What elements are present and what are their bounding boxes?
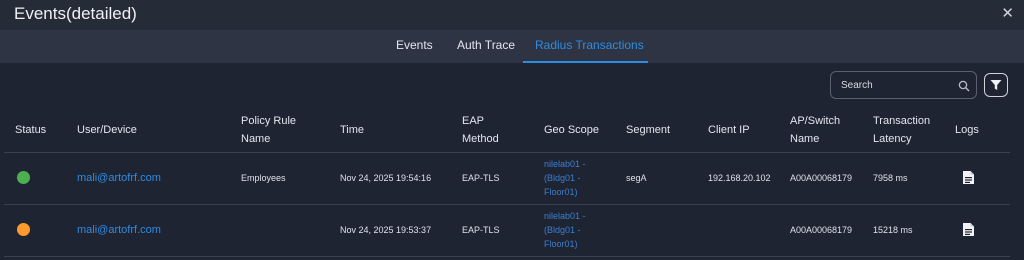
search-icon bbox=[958, 79, 970, 97]
header-divider bbox=[4, 152, 1010, 153]
header-time: Time bbox=[340, 124, 365, 136]
search-input[interactable]: Search bbox=[830, 71, 977, 99]
header-segment: Segment bbox=[626, 124, 671, 136]
eap-method: EAP-TLS bbox=[462, 225, 500, 235]
filter-icon bbox=[990, 80, 1002, 90]
status-dot bbox=[17, 171, 30, 184]
geo-scope-line3[interactable]: Floor01) bbox=[544, 185, 578, 199]
user-device-link[interactable]: mali@artofrf.com bbox=[77, 172, 161, 184]
window-title: Events(detailed) bbox=[14, 4, 137, 23]
header-eap-line1: EAP bbox=[462, 115, 485, 127]
ap-switch-name: A00A00068179 bbox=[790, 225, 853, 235]
tab-auth-trace[interactable]: Auth Trace bbox=[457, 38, 515, 52]
geo-scope-line2[interactable]: (Bldg01 - bbox=[544, 171, 581, 185]
transaction-latency: 15218 ms bbox=[873, 225, 913, 235]
status-dot bbox=[17, 223, 30, 236]
ap-switch-name: A00A00068179 bbox=[790, 173, 853, 183]
row-divider bbox=[4, 204, 1010, 205]
policy-rule-name: Employees bbox=[241, 173, 286, 183]
time: Nov 24, 2025 19:53:37 bbox=[340, 225, 432, 235]
header-logs: Logs bbox=[955, 124, 979, 136]
header-latency-line1: Transaction bbox=[873, 115, 931, 127]
active-tab-indicator bbox=[523, 61, 648, 63]
tab-events[interactable]: Events bbox=[396, 38, 433, 52]
filter-button[interactable] bbox=[984, 73, 1008, 97]
header-user-device: User/Device bbox=[77, 124, 137, 136]
geo-scope-line1[interactable]: nilelab01 - bbox=[544, 209, 586, 223]
header-geo-scope: Geo Scope bbox=[544, 124, 600, 136]
tab-radius-transactions[interactable]: Radius Transactions bbox=[535, 38, 644, 52]
header-status: Status bbox=[15, 124, 47, 136]
header-eap-line2: Method bbox=[462, 133, 499, 145]
geo-scope-line1[interactable]: nilelab01 - bbox=[544, 157, 586, 171]
header-latency-line2: Latency bbox=[873, 133, 912, 145]
user-device-link[interactable]: mali@artofrf.com bbox=[77, 224, 161, 236]
header-ap-switch-line1: AP/Switch bbox=[790, 115, 841, 127]
document-icon[interactable] bbox=[962, 170, 975, 190]
header-policy-rule-line2: Name bbox=[241, 133, 271, 145]
geo-scope-line2[interactable]: (Bldg01 - bbox=[544, 223, 581, 237]
geo-scope-line3[interactable]: Floor01) bbox=[544, 237, 578, 251]
document-icon[interactable] bbox=[962, 222, 975, 242]
header-ap-switch-line2: Name bbox=[790, 133, 820, 145]
close-icon[interactable]: ✕ bbox=[1001, 4, 1014, 22]
search-placeholder: Search bbox=[841, 80, 873, 91]
header-policy-rule-line1: Policy Rule bbox=[241, 115, 297, 127]
row-divider bbox=[4, 256, 1010, 257]
transaction-latency: 7958 ms bbox=[873, 173, 908, 183]
time: Nov 24, 2025 19:54:16 bbox=[340, 173, 432, 183]
tab-bar: Events Auth Trace Radius Transactions bbox=[0, 30, 1024, 63]
client-ip: 192.168.20.102 bbox=[708, 173, 771, 183]
header-client-ip: Client IP bbox=[708, 124, 750, 136]
segment: segA bbox=[626, 173, 647, 183]
title-bar: Events(detailed) ✕ bbox=[0, 0, 1024, 30]
eap-method: EAP-TLS bbox=[462, 173, 500, 183]
